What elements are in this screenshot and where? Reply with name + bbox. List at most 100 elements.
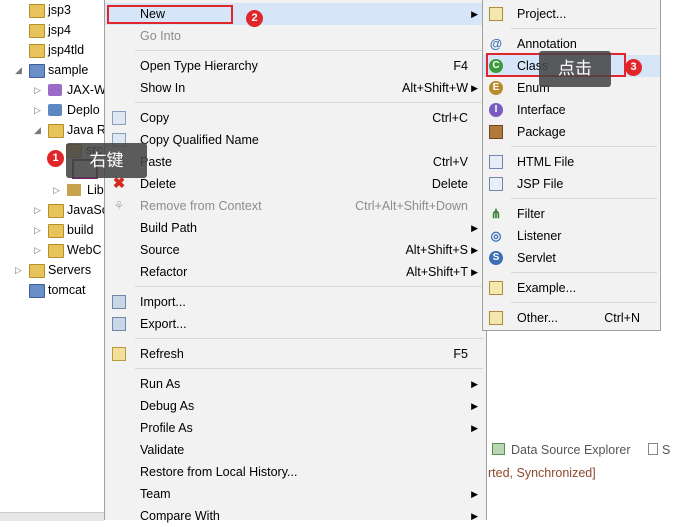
submenu-item-filter[interactable]: ⋔ Filter [483, 203, 660, 225]
submenu-arrow-icon: ▶ [471, 379, 478, 389]
enum-icon: E [489, 81, 503, 95]
menu-item-team[interactable]: Team ▶ [105, 483, 486, 505]
submenu-separator [511, 272, 657, 273]
step-1-badge: 1 [47, 150, 64, 167]
submenu-item-listener[interactable]: ◎ Listener [483, 225, 660, 247]
collapse-arrow-icon[interactable]: ▷ [34, 200, 41, 220]
refresh-icon [112, 347, 126, 361]
step-3-badge: 3 [625, 59, 642, 76]
filter-icon: ⋔ [490, 207, 502, 221]
collapse-arrow-icon[interactable]: ▷ [34, 100, 41, 120]
folder-icon [29, 24, 45, 38]
submenu-arrow-icon: ▶ [471, 245, 478, 255]
submenu-arrow-icon: ▶ [471, 83, 478, 93]
menu-item-compare-with[interactable]: Compare With ▶ [105, 505, 486, 527]
submenu-arrow-icon: ▶ [471, 423, 478, 433]
jsp-file-icon [489, 177, 503, 191]
deploy-icon [48, 104, 62, 116]
library-icon [67, 184, 81, 196]
menu-item-import[interactable]: Import... [105, 291, 486, 313]
menu-item-go-into[interactable]: Go Into [105, 25, 486, 47]
servlet-icon: S [489, 251, 503, 265]
menu-item-restore-history[interactable]: Restore from Local History... [105, 461, 486, 483]
project-explorer: jsp3 jsp4 jsp4tld ◢ sample ▷ JAX-W ▷ Dep… [0, 0, 110, 521]
menu-item-copy[interactable]: Copy Ctrl+C [105, 107, 486, 129]
collapse-arrow-icon[interactable]: ▷ [34, 220, 41, 240]
other-wizard-icon [489, 311, 503, 325]
java-resources-icon [48, 124, 64, 138]
menu-item-export[interactable]: Export... [105, 313, 486, 335]
copy-icon [112, 111, 126, 125]
tab-partial[interactable]: S [648, 443, 670, 457]
collapse-arrow-icon[interactable]: ▷ [34, 80, 41, 100]
page-icon [648, 443, 658, 455]
interface-icon: I [489, 103, 503, 117]
menu-item-remove-from-context[interactable]: ⚘ Remove from Context Ctrl+Alt+Shift+Dow… [105, 195, 486, 217]
menu-item-debug-as[interactable]: Debug As ▶ [105, 395, 486, 417]
menu-separator [135, 368, 483, 369]
menu-item-delete[interactable]: ✖ Delete Delete [105, 173, 486, 195]
expand-arrow-icon[interactable]: ◢ [34, 120, 41, 140]
submenu-separator [511, 302, 657, 303]
submenu-item-interface[interactable]: I Interface [483, 99, 660, 121]
tooltip-click: 点击 [539, 51, 611, 87]
step-2-badge: 2 [246, 10, 263, 27]
remove-context-icon: ⚘ [113, 199, 125, 213]
folder-icon [48, 224, 64, 238]
highlight-box-new [107, 5, 233, 24]
submenu-separator [511, 28, 657, 29]
context-menu: New ▶ Go Into Open Type Hierarchy F4 Sho… [104, 0, 487, 523]
submenu-item-servlet[interactable]: S Servlet [483, 247, 660, 269]
submenu-separator [511, 146, 657, 147]
menu-item-run-as[interactable]: Run As ▶ [105, 373, 486, 395]
submenu-item-package[interactable]: Package [483, 121, 660, 143]
folder-icon [29, 4, 45, 18]
submenu-item-example[interactable]: Example... [483, 277, 660, 299]
submenu-item-other[interactable]: Other... Ctrl+N [483, 307, 660, 329]
menu-separator [135, 338, 483, 339]
menu-item-validate[interactable]: Validate [105, 439, 486, 461]
menu-item-copy-qualified-name[interactable]: Copy Qualified Name [105, 129, 486, 151]
submenu-item-project[interactable]: Project... [483, 3, 660, 25]
folder-icon [29, 264, 45, 278]
listener-icon: ◎ [490, 229, 502, 243]
menu-item-profile-as[interactable]: Profile As ▶ [105, 417, 486, 439]
delete-icon: ✖ [112, 175, 126, 192]
collapse-arrow-icon[interactable]: ▷ [53, 180, 60, 200]
bottom-panel: Data Source Explorer S rted, Synchronize… [488, 430, 674, 520]
menu-item-show-in[interactable]: Show In Alt+Shift+W ▶ [105, 77, 486, 99]
tab-data-source-explorer[interactable]: Data Source Explorer [492, 443, 631, 457]
folder-icon [48, 244, 64, 258]
menu-item-refactor[interactable]: Refactor Alt+Shift+T ▶ [105, 261, 486, 283]
submenu-arrow-icon: ▶ [471, 401, 478, 411]
annotation-icon: @ [489, 37, 503, 51]
project-icon [29, 284, 45, 298]
menu-item-source[interactable]: Source Alt+Shift+S ▶ [105, 239, 486, 261]
submenu-arrow-icon: ▶ [471, 267, 478, 277]
expand-arrow-icon[interactable]: ◢ [15, 60, 22, 80]
menu-item-open-type-hierarchy[interactable]: Open Type Hierarchy F4 [105, 55, 486, 77]
menu-item-refresh[interactable]: Refresh F5 [105, 343, 486, 365]
menu-item-build-path[interactable]: Build Path ▶ [105, 217, 486, 239]
submenu-item-jsp-file[interactable]: JSP File [483, 173, 660, 195]
javascript-icon [48, 204, 64, 218]
export-icon [112, 317, 126, 331]
collapse-arrow-icon[interactable]: ▷ [15, 260, 22, 280]
folder-icon [29, 44, 45, 58]
submenu-arrow-icon: ▶ [471, 489, 478, 499]
submenu-item-html-file[interactable]: HTML File [483, 151, 660, 173]
project-icon [29, 64, 45, 78]
database-icon [492, 443, 505, 455]
menu-separator [135, 50, 483, 51]
package-icon [489, 125, 503, 139]
menu-item-paste[interactable]: Paste Ctrl+V [105, 151, 486, 173]
submenu-separator [511, 198, 657, 199]
import-icon [112, 295, 126, 309]
submenu-arrow-icon: ▶ [471, 511, 478, 521]
jaxws-icon [48, 84, 62, 96]
collapse-arrow-icon[interactable]: ▷ [34, 240, 41, 260]
new-submenu: Project... @ Annotation C Class E Enum I… [482, 0, 661, 331]
example-icon [489, 281, 503, 295]
submenu-arrow-icon: ▶ [471, 223, 478, 233]
html-file-icon [489, 155, 503, 169]
